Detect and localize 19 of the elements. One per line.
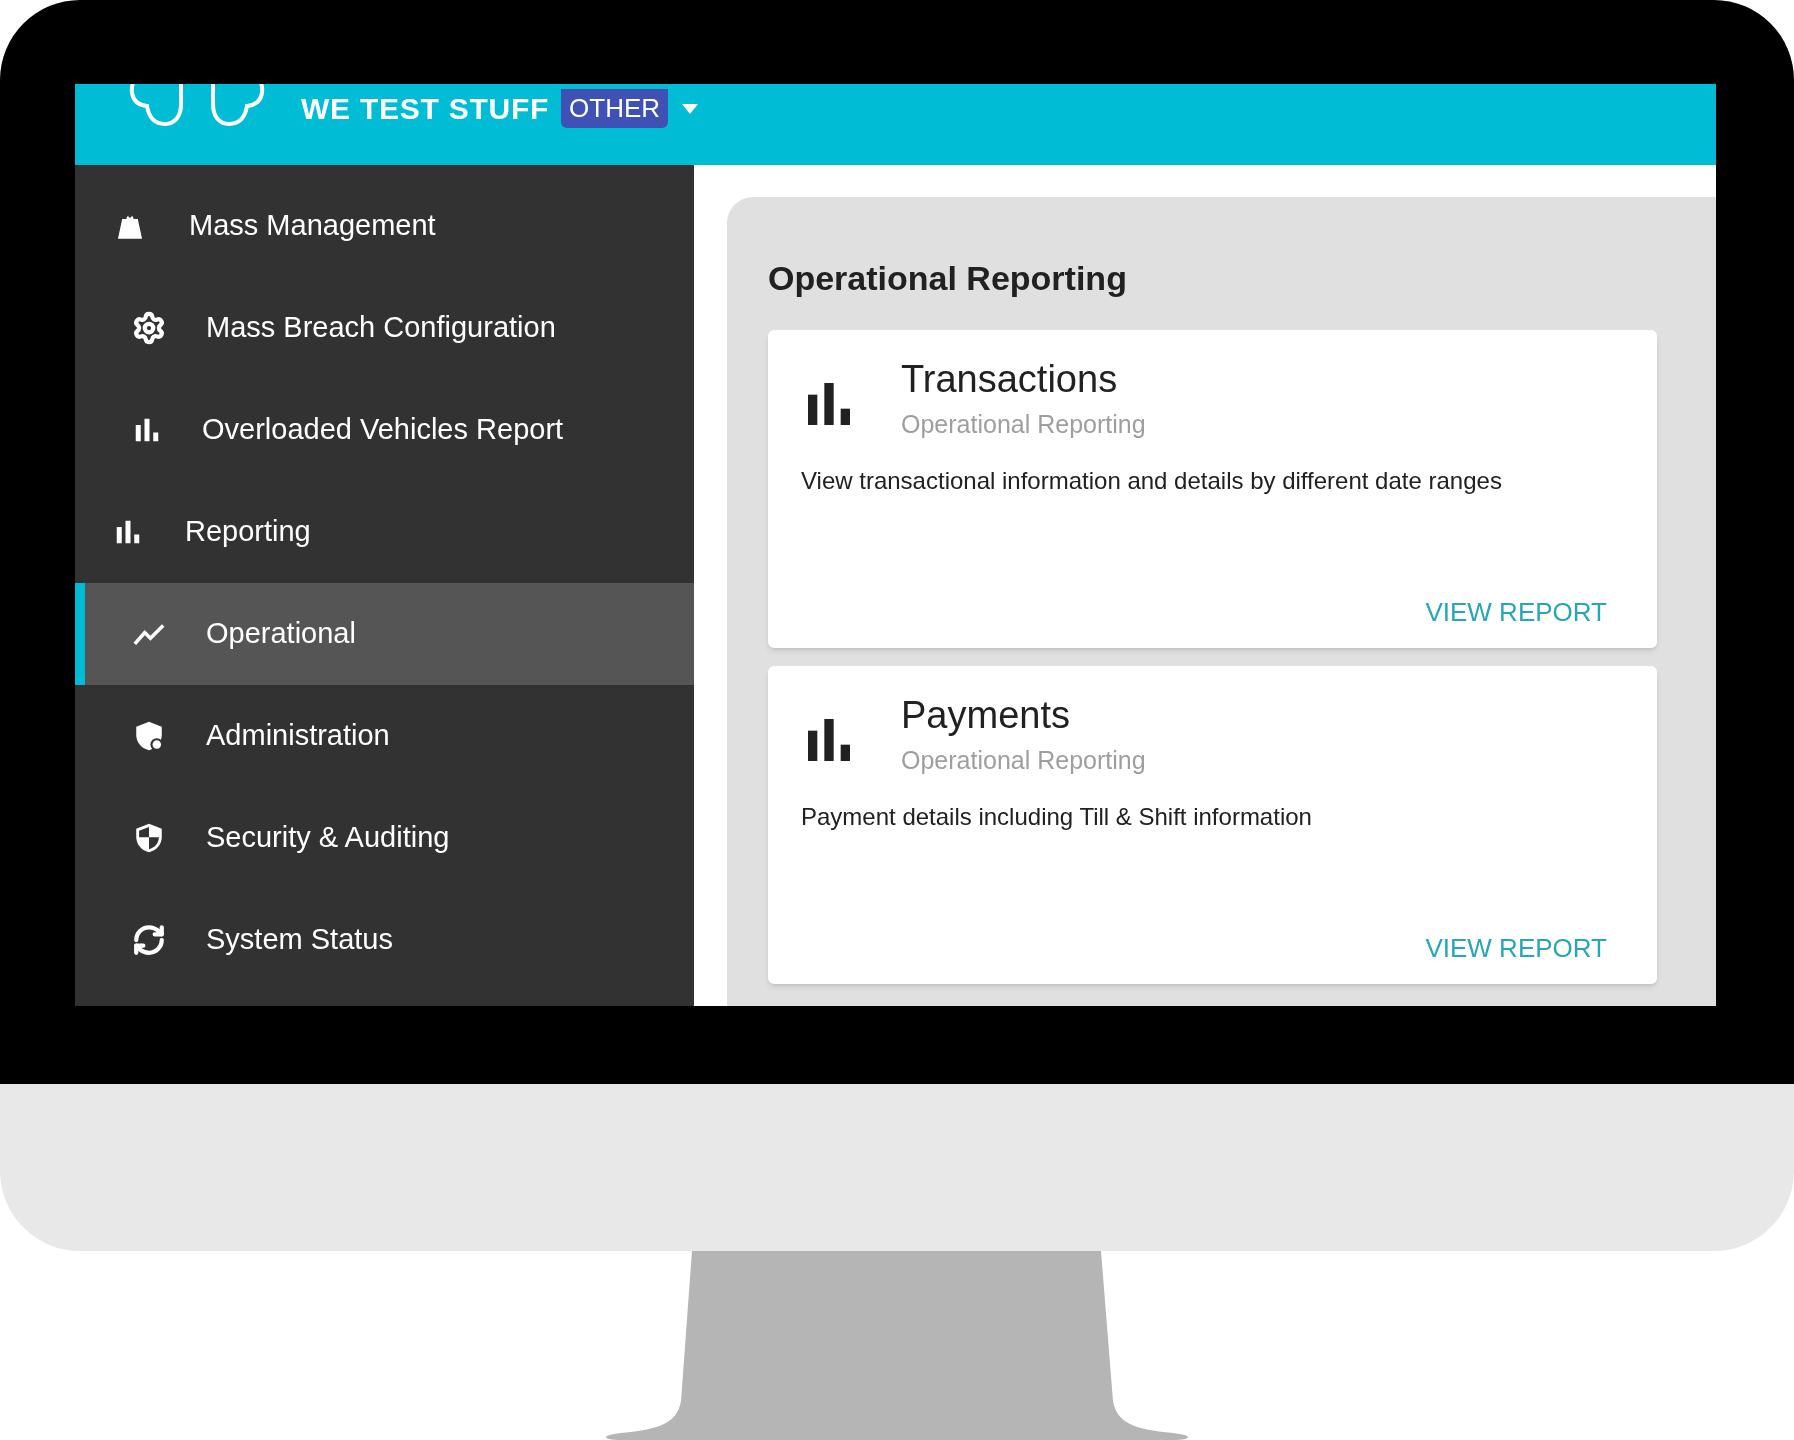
card-title: Payments: [901, 693, 1071, 738]
sidebar-item[interactable]: Mass Breach Configuration: [75, 277, 694, 379]
sidebar-item[interactable]: Mass Management: [75, 175, 694, 277]
sidebar-item[interactable]: Security & Auditing: [75, 787, 694, 889]
sidebar-item[interactable]: System Status: [75, 889, 694, 991]
caret-icon: [682, 103, 699, 114]
page-title: Operational Reporting: [768, 258, 1128, 299]
settings-icon: [132, 311, 166, 345]
card-subtitle: Operational Reporting: [901, 409, 1146, 440]
card-description: View transactional information and details by different date ranges: [801, 465, 1503, 496]
brand-name: WE TEST STUFF: [301, 91, 550, 127]
sidebar-item[interactable]: Overloaded Vehicles Report: [75, 379, 694, 481]
sidebar-item[interactable]: Reporting: [75, 481, 694, 583]
sidebar-item[interactable]: Administration: [75, 685, 694, 787]
card-description: Payment details including Till & Shift information: [801, 801, 1313, 832]
sidebar-item[interactable]: Operational: [75, 583, 694, 685]
card-title: Transactions: [901, 357, 1119, 402]
card-subtitle: Operational Reporting: [901, 745, 1146, 776]
sync-icon: [132, 923, 166, 957]
